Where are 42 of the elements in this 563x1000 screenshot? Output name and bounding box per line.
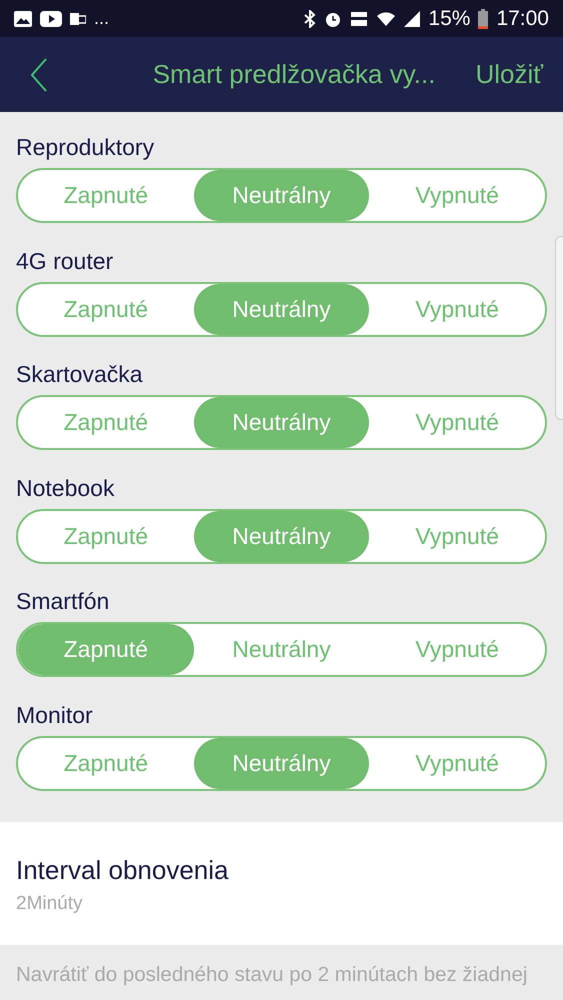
- state-option[interactable]: Zapnuté: [18, 738, 194, 788]
- wifi-icon: [376, 10, 396, 28]
- state-option[interactable]: Neutrálny: [194, 284, 370, 334]
- state-option[interactable]: Vypnuté: [369, 397, 545, 448]
- state-option[interactable]: Zapnuté: [18, 284, 194, 334]
- state-option[interactable]: Vypnuté: [369, 284, 545, 334]
- state-option[interactable]: Zapnuté: [18, 170, 194, 221]
- bluetooth-icon: [304, 10, 316, 28]
- device-label: Reproduktory: [16, 133, 156, 162]
- footer-note: Navrátiť do posledného stavu po 2 minútach bez žiadnej: [15, 962, 528, 988]
- state-option[interactable]: Neutrálny: [194, 738, 370, 788]
- battery-percent: 15%: [428, 6, 470, 30]
- device-label: Skartovačka: [16, 360, 144, 389]
- gallery-icon: [14, 10, 32, 26]
- state-option[interactable]: Vypnuté: [369, 510, 545, 562]
- state-option[interactable]: Neutrálny: [194, 397, 370, 448]
- state-option[interactable]: Neutrálny: [194, 510, 370, 562]
- device-label: Smartfón: [16, 587, 110, 616]
- battery-icon: [478, 8, 488, 28]
- save-button[interactable]: Uložiť: [475, 59, 543, 90]
- setting-value: 2Minúty: [16, 892, 84, 916]
- state-option[interactable]: Zapnuté: [18, 510, 194, 562]
- volte-icon: [350, 10, 368, 28]
- state-option[interactable]: Vypnuté: [369, 170, 545, 221]
- device-label: Monitor: [16, 700, 94, 730]
- state-option[interactable]: Zapnuté: [18, 397, 194, 448]
- back-button[interactable]: [30, 58, 48, 92]
- interval-setting[interactable]: Interval obnovenia 2Minúty: [0, 822, 563, 945]
- state-option[interactable]: Neutrálny: [194, 624, 370, 675]
- device-label: 4G router: [16, 246, 114, 276]
- state-option[interactable]: Vypnuté: [369, 738, 545, 788]
- overflow-indicator: ...: [94, 8, 110, 29]
- state-option[interactable]: Vypnuté: [369, 624, 545, 675]
- signal-icon: [404, 10, 420, 26]
- device-label: Notebook: [16, 474, 116, 502]
- setting-title: Interval obnovenia: [16, 854, 230, 886]
- mail-icon: [70, 10, 86, 26]
- play-icon: [40, 10, 62, 26]
- state-option[interactable]: Neutrálny: [194, 170, 370, 221]
- clock: 17:00: [496, 6, 549, 30]
- state-option[interactable]: Zapnuté: [18, 624, 194, 675]
- screen-title: Smart predlžovačka vy...: [152, 59, 436, 90]
